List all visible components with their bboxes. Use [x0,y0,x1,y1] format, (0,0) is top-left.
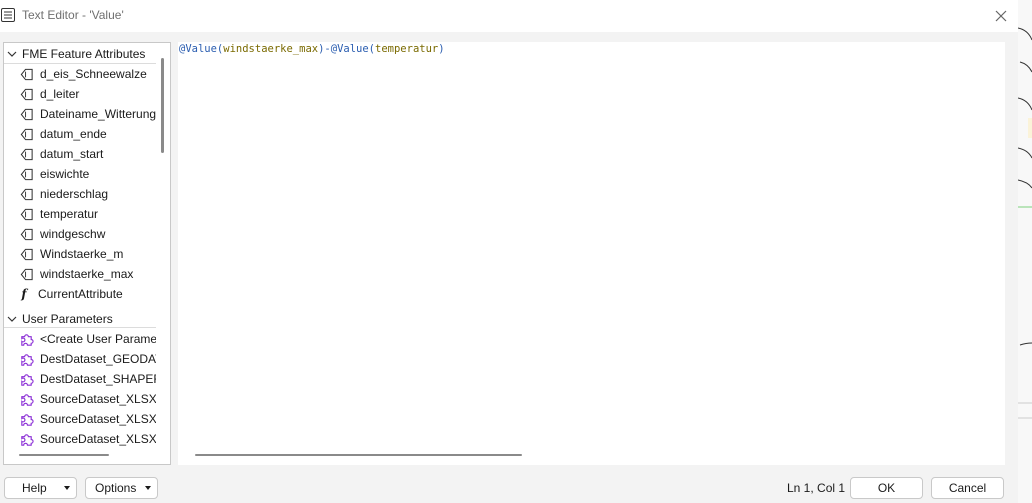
attribute-icon [18,146,34,162]
tree-item-label: datum_start [40,147,104,161]
attribute-icon [18,186,34,202]
background-canvas [1018,0,1032,503]
vertical-scrollbar[interactable] [161,58,164,153]
help-label: Help [22,481,47,495]
function-icon: f [21,287,27,301]
attribute-icon [18,226,34,242]
tree-item-label: temperatur [40,207,99,221]
tree-item-label: SourceDataset_XLSXR [40,412,156,426]
tree-item-attribute[interactable]: temperatur [4,204,156,224]
tree-item-attribute[interactable]: Dateiname_Witterung [4,104,156,124]
tree-item-label: niederschlag [40,187,109,201]
attribute-icon [18,66,34,82]
tree-item-label: datum_ende [40,127,107,141]
tree-item-label: windgeschw [40,227,106,241]
tree-item-attribute[interactable]: d_eis_Schneewalze [4,64,156,84]
attribute-tree-panel: FME Feature Attributes d_eis_Schneewalze… [3,42,171,465]
tree-item-label: Windstaerke_m [40,247,124,261]
expression-editor[interactable]: @Value(windstaerke_max)-@Value(temperatu… [178,42,1005,465]
section-label: User Parameters [22,312,113,326]
code-token-argument: windstaerke_max [223,43,319,55]
tree-item-attribute[interactable]: Windstaerke_m [4,244,156,264]
divider [4,327,156,328]
tree-item-parameter[interactable]: SourceDataset_XLSXR [4,389,156,409]
chevron-down-icon [7,316,17,322]
code-token-function: @Value( [179,43,224,55]
window-title: Text Editor - 'Value' [22,8,124,22]
options-label: Options [95,481,137,495]
tree-item-parameter[interactable]: DestDataset_SHAPEFILE [4,369,156,389]
tree-item-current-attribute[interactable]: f CurrentAttribute [4,284,156,304]
puzzle-icon [18,371,34,387]
attribute-icon [18,206,34,222]
tree-item-parameter[interactable]: <Create User Parameter> [4,329,156,349]
attribute-icon [18,246,34,262]
attribute-icon [18,86,34,102]
tree-item-label: DestDataset_SHAPEFILE [40,372,156,386]
tree-item-label: d_leiter [40,87,80,101]
close-icon [995,10,1007,22]
tree-item-label: DestDataset_GEODATABASE [40,352,156,366]
close-button[interactable] [988,3,1014,29]
puzzle-icon [18,431,34,447]
tree-item-parameter[interactable]: SourceDataset_XLSXR [4,409,156,429]
puzzle-icon [18,411,34,427]
attribute-icon [18,166,34,182]
editor-horizontal-scrollbar[interactable] [195,454,522,456]
attribute-icon [18,106,34,122]
code-token-function: ) [438,43,445,55]
tree-item-label: Dateiname_Witterung [40,107,156,121]
tree-item-attribute[interactable]: datum_ende [4,124,156,144]
ok-button[interactable]: OK [850,477,923,499]
chevron-down-icon [7,51,17,57]
code-token-function: @Value( [330,43,376,55]
tree-item-label: eiswichte [40,167,90,181]
tree-item-label: <Create User Parameter> [40,332,156,346]
puzzle-icon [18,331,34,347]
puzzle-icon [18,391,34,407]
text-editor-icon [1,8,15,22]
code-line[interactable]: @Value(windstaerke_max)-@Value(temperatu… [179,43,445,55]
tree-item-parameter[interactable]: SourceDataset_XLSXR [4,429,156,449]
code-token-argument: temperatur [375,43,439,55]
code-token-function: )- [318,43,331,55]
tree-item-label: windstaerke_max [40,267,134,281]
tree-item-label: CurrentAttribute [38,287,123,301]
tree-item-attribute[interactable]: eiswichte [4,164,156,184]
tree-item-label: d_eis_Schneewalze [40,67,147,81]
tree-item-attribute[interactable]: windgeschw [4,224,156,244]
tree-item-attribute[interactable]: datum_start [4,144,156,164]
tree-item-label: SourceDataset_XLSXR [40,432,156,446]
puzzle-icon [18,351,34,367]
tree-item-parameter[interactable]: DestDataset_GEODATABASE [4,349,156,369]
help-button[interactable]: Help [4,477,77,499]
section-user-parameters[interactable]: User Parameters [4,309,156,329]
section-label: FME Feature Attributes [22,47,146,61]
attribute-icon [18,126,34,142]
tree-item-label: SourceDataset_XLSXR [40,392,156,406]
tree-item-attribute[interactable]: niederschlag [4,184,156,204]
tree-item-attribute[interactable]: d_leiter [4,84,156,104]
tree-item-attribute[interactable]: windstaerke_max [4,264,156,284]
chevron-down-icon [64,486,70,490]
section-fme-feature-attributes[interactable]: FME Feature Attributes [4,44,156,64]
options-button[interactable]: Options [85,477,158,499]
title-bar: Text Editor - 'Value' [0,0,1018,32]
cancel-label: Cancel [948,481,987,495]
ok-label: OK [877,481,896,495]
horizontal-scrollbar[interactable] [19,454,109,456]
cursor-position-status: Ln 1, Col 1 [787,481,846,495]
attribute-icon [18,266,34,282]
chevron-down-icon [145,486,151,490]
cancel-button[interactable]: Cancel [931,477,1004,499]
